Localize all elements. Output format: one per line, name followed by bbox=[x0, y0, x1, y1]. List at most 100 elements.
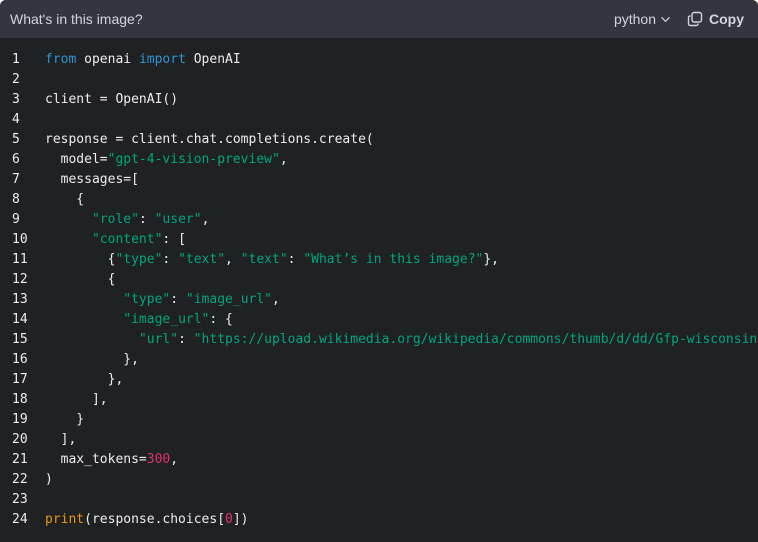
line-number: 14 bbox=[12, 312, 28, 327]
code-token: : [ bbox=[162, 232, 186, 247]
code-token: ]) bbox=[232, 512, 249, 527]
code-token: response = client.chat.completions.creat… bbox=[45, 132, 374, 147]
code-token: max_tokens= bbox=[45, 452, 147, 467]
code-token: "url" bbox=[138, 332, 179, 347]
line-number: 19 bbox=[12, 412, 28, 427]
code-token: : bbox=[178, 332, 194, 347]
language-label: python bbox=[613, 11, 656, 27]
code-content[interactable]: 1 from openai import OpenAI 2 3 client = Ope… bbox=[0, 50, 758, 530]
line-number: 5 bbox=[12, 132, 20, 147]
code-token: "image_url" bbox=[185, 292, 272, 307]
line-number: 8 bbox=[12, 192, 20, 207]
code-line: 3 client = OpenAI() bbox=[0, 90, 758, 110]
code-token: { bbox=[45, 272, 116, 287]
code-block: What's in this image? python Copy 1 from … bbox=[0, 0, 758, 542]
line-code: "image_url": { bbox=[30, 310, 233, 330]
line-code: ], bbox=[30, 390, 108, 410]
code-token: messages=[ bbox=[45, 172, 139, 187]
code-block-title: What's in this image? bbox=[10, 11, 143, 27]
code-line: 15 "url": "https://upload.wikimedia.org/… bbox=[0, 330, 758, 350]
code-token: { bbox=[45, 192, 85, 207]
code-token: : bbox=[138, 212, 155, 227]
code-token: "type" bbox=[123, 292, 171, 307]
code-token: print bbox=[45, 512, 85, 527]
code-token: model= bbox=[45, 152, 108, 167]
code-line: 9 "role": "user", bbox=[0, 210, 758, 230]
code-token: , bbox=[170, 452, 179, 467]
line-number: 2 bbox=[12, 72, 20, 87]
line-number: 17 bbox=[12, 372, 28, 387]
code-token: , bbox=[225, 252, 241, 267]
line-number: 10 bbox=[12, 232, 28, 247]
code-line: 22) bbox=[0, 470, 758, 490]
code-line: 2 bbox=[0, 70, 758, 90]
code-token: "gpt-4-vision-preview" bbox=[107, 152, 280, 167]
line-code: "url": "https://upload.wikimedia.org/wik… bbox=[30, 330, 758, 350]
code-token: "image_url" bbox=[123, 312, 210, 327]
line-code: print(response.choices[0]) bbox=[30, 510, 249, 530]
line-code: from openai import OpenAI bbox=[30, 50, 241, 70]
line-code: max_tokens=300, bbox=[30, 450, 178, 470]
line-code: {"type": "text", "text": "What’s in this… bbox=[30, 250, 499, 270]
line-number: 23 bbox=[12, 492, 28, 507]
code-token: client = OpenAI() bbox=[45, 92, 179, 107]
code-token: ], bbox=[45, 392, 108, 407]
code-token: ) bbox=[45, 472, 53, 487]
line-number: 22 bbox=[12, 472, 28, 487]
line-code: { bbox=[30, 270, 116, 290]
code-token: : bbox=[287, 252, 304, 267]
line-number: 13 bbox=[12, 292, 28, 307]
line-number: 3 bbox=[12, 92, 20, 107]
line-number: 6 bbox=[12, 152, 20, 167]
language-select[interactable]: python bbox=[614, 11, 671, 27]
code-token: OpenAI bbox=[185, 52, 241, 67]
line-code: "role": "user", bbox=[30, 210, 209, 230]
code-line: 12 { bbox=[0, 270, 758, 290]
line-code: messages=[ bbox=[30, 170, 139, 190]
code-token: import bbox=[138, 52, 186, 67]
code-token: 300 bbox=[146, 452, 171, 467]
code-token: (response.choices[ bbox=[84, 512, 226, 527]
copy-button[interactable]: Copy bbox=[687, 11, 744, 27]
code-token: from bbox=[45, 52, 77, 67]
code-token: }, bbox=[45, 352, 139, 367]
line-number: 20 bbox=[12, 432, 28, 447]
code-line: 4 bbox=[0, 110, 758, 130]
code-line: 18 ], bbox=[0, 390, 758, 410]
chevron-down-icon bbox=[661, 16, 670, 22]
line-number: 15 bbox=[12, 332, 28, 347]
line-number: 16 bbox=[12, 352, 28, 367]
code-line: 5 response = client.chat.completions.crea… bbox=[0, 130, 758, 150]
code-token: } bbox=[45, 412, 85, 427]
code-token: "type" bbox=[115, 252, 163, 267]
code-line: 24 print(response.choices[0]) bbox=[0, 510, 758, 530]
code-line: 20 ], bbox=[0, 430, 758, 450]
line-code: "content": [ bbox=[30, 230, 186, 250]
line-code: } bbox=[30, 410, 84, 430]
code-token: "user" bbox=[154, 212, 202, 227]
code-token: "text" bbox=[178, 252, 226, 267]
copy-icon bbox=[687, 11, 703, 27]
line-code: client = OpenAI() bbox=[30, 90, 178, 110]
code-line: 7 messages=[ bbox=[0, 170, 758, 190]
line-code: }, bbox=[30, 350, 139, 370]
code-token: ], bbox=[45, 432, 77, 447]
code-line: 11 {"type": "text", "text": "What’s in t… bbox=[0, 250, 758, 270]
code-token: "content" bbox=[91, 232, 163, 247]
line-code: { bbox=[30, 190, 84, 210]
code-line: 19 } bbox=[0, 410, 758, 430]
code-token: { bbox=[45, 252, 116, 267]
code-line: 16 }, bbox=[0, 350, 758, 370]
code-line: 17 }, bbox=[0, 370, 758, 390]
line-number: 4 bbox=[12, 112, 20, 127]
code-token: : bbox=[162, 252, 179, 267]
code-token: , bbox=[272, 292, 280, 307]
line-number: 1 bbox=[12, 52, 20, 67]
